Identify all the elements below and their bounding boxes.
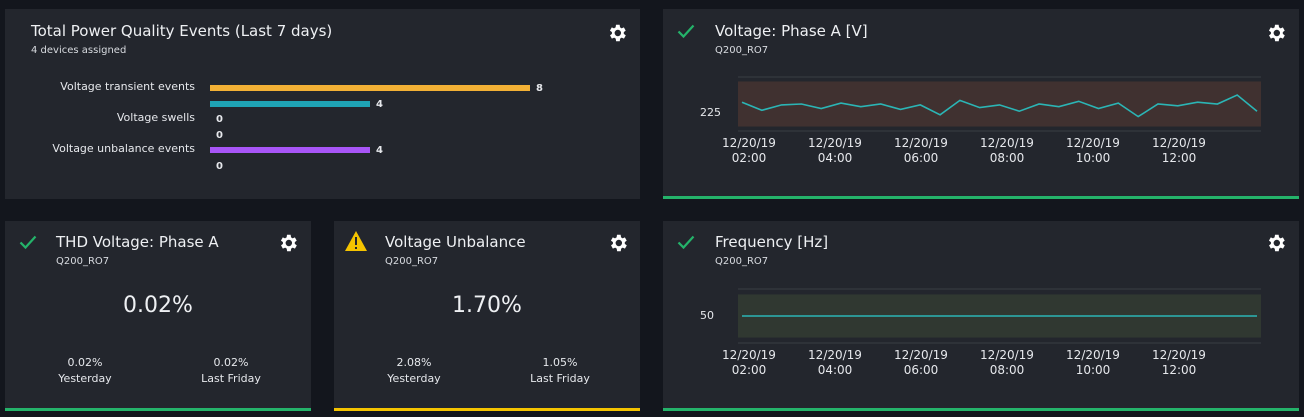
thd-lastweek-label: Last Friday [201, 372, 261, 385]
y-tick-label: 50 [700, 309, 714, 322]
x-tick-time: 08:00 [989, 151, 1025, 165]
x-tick-label: 12/20/19 06:00 [886, 348, 956, 378]
unbalance-subtitle: Q200_RO7 [385, 256, 439, 267]
x-tick-date: 12/20/19 [1152, 136, 1206, 150]
x-tick-label: 12/20/19 04:00 [800, 136, 870, 166]
x-tick-time: 02:00 [731, 151, 767, 165]
thd-yesterday-label: Yesterday [58, 372, 112, 385]
status-bar [5, 408, 311, 411]
thd-card: THD Voltage: Phase A Q200_RO7 0.02% 0.02… [5, 221, 311, 411]
frequency-line-chart: 50 12/20/19 02:00 12/20/19 04:00 12/20/19 06:0… [663, 221, 1299, 411]
x-tick-date: 12/20/19 [894, 348, 948, 362]
voltage-line-chart: 225 12/20/19 02:00 12/20/19 04:00 12/20/19 06:… [663, 9, 1299, 199]
thd-title: THD Voltage: Phase A [56, 233, 219, 251]
x-tick-label: 12/20/19 12:00 [1144, 136, 1214, 166]
warning-icon [345, 231, 367, 251]
x-tick-time: 02:00 [731, 363, 767, 377]
gear-icon[interactable] [277, 232, 299, 254]
x-tick-time: 04:00 [817, 363, 853, 377]
x-tick-time: 08:00 [989, 363, 1025, 377]
bar-category-label: Voltage transient events [60, 80, 195, 93]
x-tick-time: 06:00 [903, 363, 939, 377]
voltage-card: Voltage: Phase A [V] Q200_RO7 225 12/20/1… [663, 9, 1299, 199]
x-tick-label: 12/20/19 04:00 [800, 348, 870, 378]
thd-subtitle: Q200_RO7 [56, 256, 110, 267]
check-icon [19, 235, 37, 250]
x-tick-label: 12/20/19 06:00 [886, 136, 956, 166]
x-tick-time: 04:00 [817, 151, 853, 165]
unbalance-lastweek-value: 1.05% [542, 356, 578, 369]
x-tick-label: 12/20/19 08:00 [972, 348, 1042, 378]
x-tick-label: 12/20/19 12:00 [1144, 348, 1214, 378]
unbalance-yesterday-label: Yesterday [387, 372, 441, 385]
bar-category-label: Voltage unbalance events [52, 142, 195, 155]
x-tick-time: 12:00 [1161, 363, 1197, 377]
x-tick-date: 12/20/19 [808, 348, 862, 362]
x-tick-time: 12:00 [1161, 151, 1197, 165]
events-card: Total Power Quality Events (Last 7 days)… [5, 9, 640, 199]
bar[interactable] [210, 147, 370, 153]
bar-value-label: 4 [376, 145, 383, 156]
thd-lastweek-value: 0.02% [213, 356, 249, 369]
x-tick-date: 12/20/19 [980, 136, 1034, 150]
x-tick-time: 10:00 [1075, 363, 1111, 377]
status-bar [663, 196, 1299, 199]
gear-icon[interactable] [607, 232, 629, 254]
events-bar-chart: Voltage transient events 8 4 Voltage swells… [5, 9, 640, 199]
x-tick-date: 12/20/19 [1066, 348, 1120, 362]
status-bar [334, 408, 640, 411]
frequency-card: Frequency [Hz] Q200_RO7 50 12/20/19 02:00 1… [663, 221, 1299, 411]
unbalance-value: 1.70% [452, 293, 522, 318]
unbalance-lastweek-label: Last Friday [530, 372, 590, 385]
bar-value-label: 4 [376, 98, 383, 110]
x-tick-label: 12/20/19 10:00 [1058, 136, 1128, 166]
line-chart-svg [738, 288, 1261, 344]
chart-band [738, 81, 1261, 127]
unbalance-title: Voltage Unbalance [385, 233, 526, 251]
bar[interactable] [210, 100, 370, 107]
line-chart-svg [738, 76, 1261, 132]
bar-value-label: 0 [216, 129, 223, 141]
x-tick-date: 12/20/19 [1066, 136, 1120, 150]
bar-value-label: 0 [216, 114, 223, 125]
unbalance-card: Voltage Unbalance Q200_RO7 1.70% 2.08% Y… [334, 221, 640, 411]
bar-value-label: 0 [216, 160, 223, 172]
x-tick-label: 12/20/19 02:00 [714, 136, 784, 166]
x-tick-date: 12/20/19 [808, 136, 862, 150]
x-tick-date: 12/20/19 [1152, 348, 1206, 362]
bar[interactable] [210, 85, 530, 91]
x-tick-label: 12/20/19 02:00 [714, 348, 784, 378]
y-tick-label: 225 [700, 106, 721, 119]
x-tick-date: 12/20/19 [894, 136, 948, 150]
x-tick-date: 12/20/19 [722, 136, 776, 150]
x-tick-time: 06:00 [903, 151, 939, 165]
x-tick-label: 12/20/19 08:00 [972, 136, 1042, 166]
x-tick-date: 12/20/19 [722, 348, 776, 362]
x-tick-label: 12/20/19 10:00 [1058, 348, 1128, 378]
x-tick-date: 12/20/19 [980, 348, 1034, 362]
x-tick-time: 10:00 [1075, 151, 1111, 165]
thd-value: 0.02% [123, 293, 193, 318]
bar-category-label: Voltage swells [116, 111, 195, 124]
status-bar [663, 408, 1299, 411]
bar-value-label: 8 [536, 83, 543, 94]
thd-yesterday-value: 0.02% [67, 356, 103, 369]
unbalance-yesterday-value: 2.08% [396, 356, 432, 369]
